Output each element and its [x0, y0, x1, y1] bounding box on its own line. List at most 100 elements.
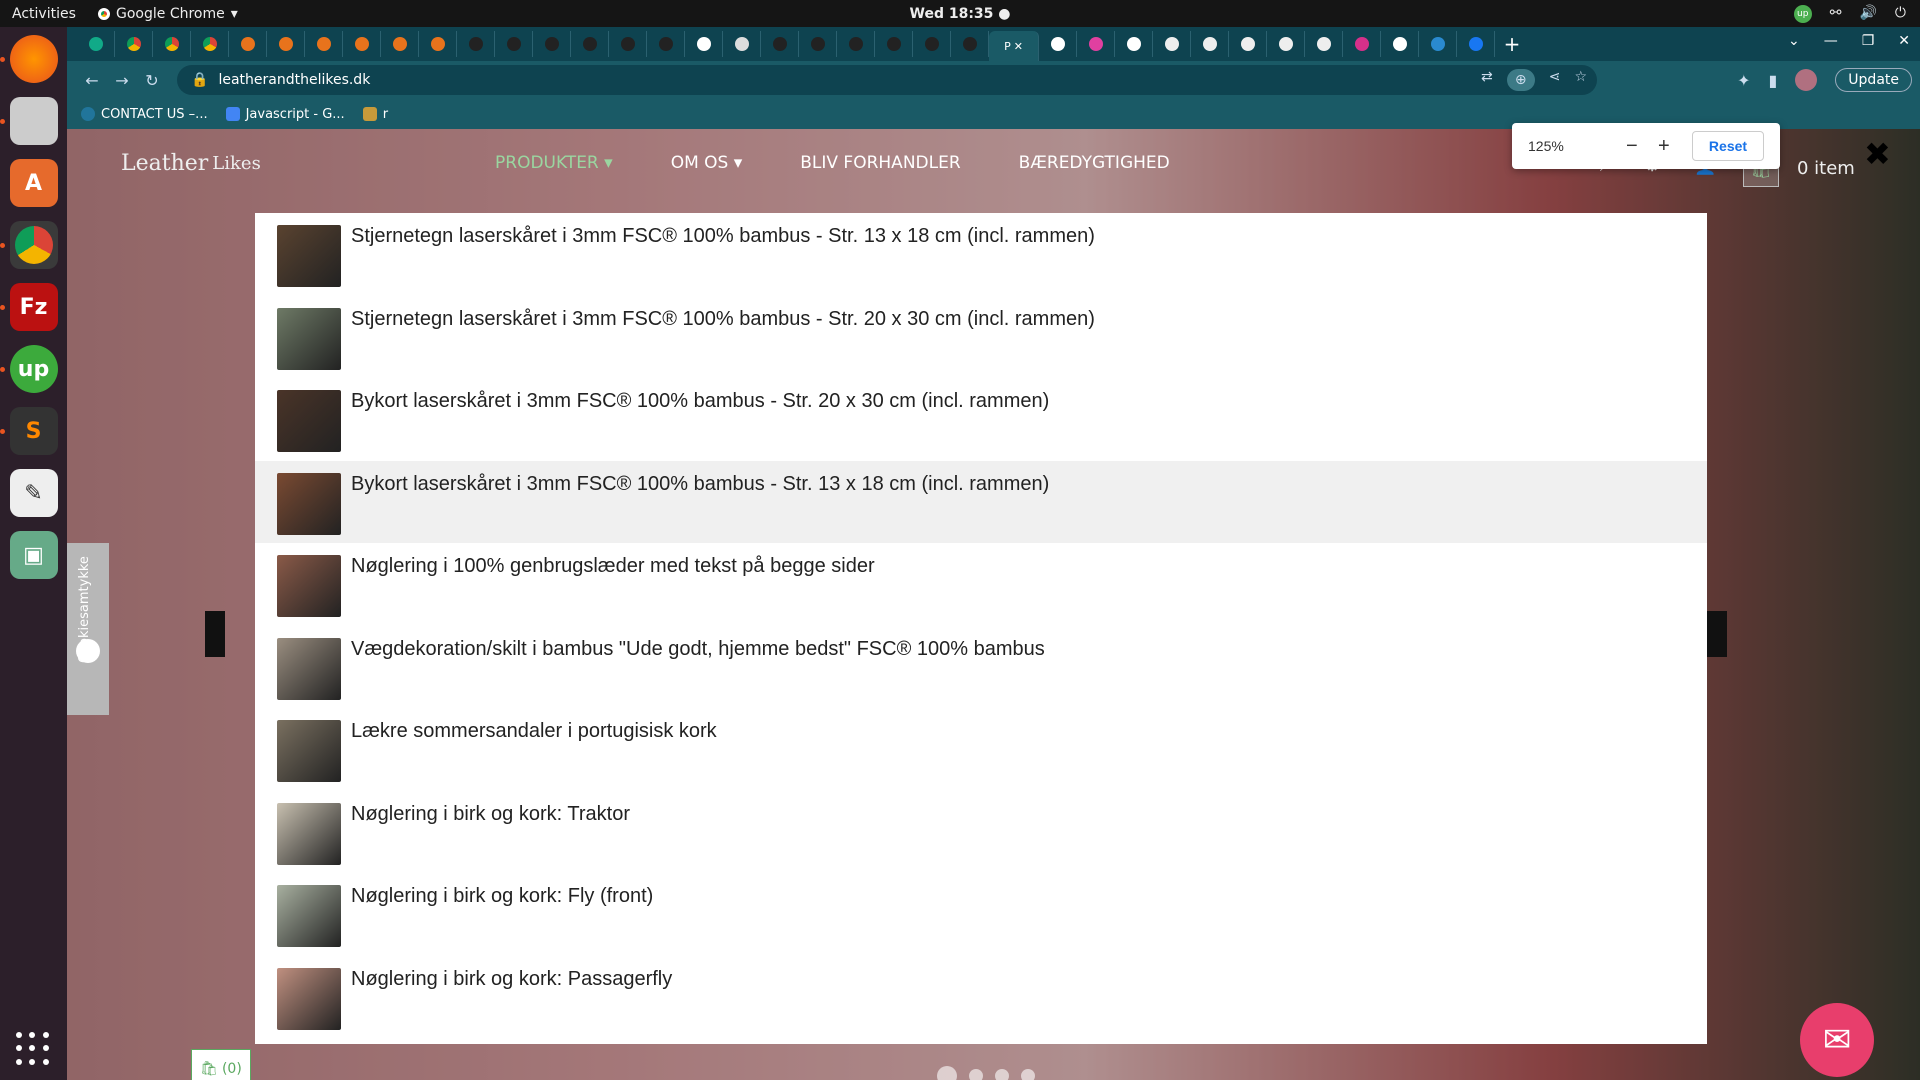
tab[interactable] [761, 31, 799, 57]
image-viewer-icon[interactable]: ▣ [9, 531, 58, 579]
app-menu[interactable]: Google Chrome ▾ [98, 6, 238, 22]
product-thumbnail[interactable] [277, 390, 341, 452]
search-result-item[interactable]: Bykort laserskåret i 3mm FSC® 100% bambu… [255, 460, 1707, 543]
tab[interactable] [533, 31, 571, 57]
tab[interactable] [77, 31, 115, 57]
lock-icon[interactable]: 🔒 [191, 72, 208, 88]
zoom-reset-button[interactable]: Reset [1692, 131, 1764, 161]
tab[interactable] [571, 31, 609, 57]
close-window-button[interactable]: ✕ [1898, 33, 1910, 49]
tab[interactable] [115, 31, 153, 57]
volume-icon[interactable]: 🔊 [1859, 5, 1876, 23]
tab[interactable] [685, 31, 723, 57]
zoom-indicator-icon[interactable]: ⊕ [1506, 69, 1535, 91]
network-icon[interactable]: ⚯ [1830, 5, 1842, 23]
tab[interactable] [419, 31, 457, 57]
zoom-out-button[interactable]: − [1626, 135, 1638, 158]
search-result-title[interactable]: Stjernetegn laserskåret i 3mm FSC® 100% … [351, 308, 1095, 331]
tab[interactable] [153, 31, 191, 57]
close-search-button[interactable]: ✖ [1864, 135, 1891, 173]
menu-item-bliv-forhandler[interactable]: BLIV FORHANDLER [800, 153, 960, 173]
address-bar[interactable]: 🔒 leatherandthelikes.dk ⇄ ⊕ ⋖ ☆ [177, 65, 1597, 95]
search-result-title[interactable]: Vægdekoration/skilt i bambus "Ude godt, … [351, 638, 1045, 661]
menu-item-baeredygtighed[interactable]: BÆREDYGTIGHED [1019, 153, 1170, 173]
software-center-icon[interactable]: A [9, 159, 58, 207]
mini-cart-button[interactable]: 🛍 (0) [191, 1049, 251, 1080]
back-button[interactable]: ← [77, 71, 107, 90]
bookmark-item[interactable]: r [362, 107, 388, 122]
menu-item-produkter[interactable]: PRODUKTER ▾ [495, 153, 613, 173]
sublime-text-icon[interactable]: S [0, 407, 58, 455]
tab[interactable] [723, 31, 761, 57]
search-result-item[interactable]: Nøglering i birk og kork: Traktor [255, 791, 1707, 873]
forward-button[interactable]: → [107, 71, 137, 90]
filezilla-icon[interactable]: Fz [0, 283, 58, 331]
tab[interactable] [191, 31, 229, 57]
reload-button[interactable]: ↻ [137, 71, 167, 90]
system-tray[interactable]: up ⚯ 🔊 ⏻ [1793, 4, 1906, 23]
show-applications-icon[interactable] [16, 1032, 50, 1066]
tab[interactable] [1381, 31, 1419, 57]
close-icon[interactable]: ✕ [1014, 40, 1023, 53]
tab[interactable] [1267, 31, 1305, 57]
chrome-dock-icon[interactable] [0, 221, 58, 269]
search-result-item[interactable]: Bykort laserskåret i 3mm FSC® 100% bambu… [255, 378, 1707, 460]
site-logo[interactable]: Leather Likes [121, 151, 261, 176]
search-result-title[interactable]: Bykort laserskåret i 3mm FSC® 100% bambu… [351, 473, 1049, 496]
product-thumbnail[interactable] [277, 885, 341, 947]
search-result-item[interactable]: Vægdekoration/skilt i bambus "Ude godt, … [255, 626, 1707, 708]
search-result-title[interactable]: Nøglering i birk og kork: Traktor [351, 803, 630, 826]
slider-dot[interactable] [937, 1066, 957, 1080]
tab-search-icon[interactable]: ⌄ [1788, 33, 1800, 49]
clock[interactable]: Wed 18:35 ● [910, 6, 1011, 22]
extensions-icon[interactable]: ✦ [1737, 71, 1750, 90]
tab[interactable] [1115, 31, 1153, 57]
search-result-item[interactable]: Stjernetegn laserskåret i 3mm FSC® 100% … [255, 296, 1707, 378]
profile-avatar[interactable] [1795, 69, 1818, 91]
activities-button[interactable]: Activities [12, 6, 98, 22]
menu-item-om-os[interactable]: OM OS ▾ [671, 153, 743, 173]
tab[interactable] [1229, 31, 1267, 57]
tab[interactable] [875, 31, 913, 57]
bookmark-item[interactable]: Javascript - G... [225, 107, 345, 122]
tab[interactable] [267, 31, 305, 57]
tab[interactable] [1153, 31, 1191, 57]
search-result-item[interactable]: Nøglering i birk og kork: Passagerfly [255, 956, 1707, 1038]
tab[interactable] [799, 31, 837, 57]
product-thumbnail[interactable] [277, 225, 341, 287]
search-result-title[interactable]: Stjernetegn laserskåret i 3mm FSC® 100% … [351, 225, 1095, 248]
share-icon[interactable]: ⋖ [1549, 69, 1561, 91]
slider-prev-arrow[interactable] [205, 611, 225, 657]
tab[interactable] [343, 31, 381, 57]
product-thumbnail[interactable] [277, 307, 341, 370]
tab[interactable] [1457, 31, 1495, 57]
zoom-in-button[interactable]: + [1658, 135, 1670, 158]
search-result-item[interactable]: Lækre sommersandaler i portugisisk kork [255, 708, 1707, 790]
product-thumbnail[interactable] [277, 967, 341, 1030]
search-result-title[interactable]: Lækre sommersandaler i portugisisk kork [351, 720, 717, 743]
tab[interactable] [1077, 31, 1115, 57]
tab[interactable] [229, 31, 267, 57]
slider-next-arrow[interactable] [1707, 611, 1727, 657]
text-editor-icon[interactable]: ✎ [9, 469, 58, 517]
files-icon[interactable] [0, 97, 58, 145]
search-result-item[interactable]: Nøglering i birk og kork: Fly (front) [255, 873, 1707, 955]
restore-button[interactable]: ❐ [1862, 33, 1875, 49]
firefox-icon[interactable] [0, 35, 58, 83]
tab[interactable] [1419, 31, 1457, 57]
tab[interactable] [381, 31, 419, 57]
tab[interactable] [647, 31, 685, 57]
search-result-title[interactable]: Bykort laserskåret i 3mm FSC® 100% bambu… [351, 390, 1049, 413]
product-thumbnail[interactable] [277, 637, 341, 700]
tab[interactable] [1305, 31, 1343, 57]
tab[interactable] [305, 31, 343, 57]
tab[interactable] [1039, 31, 1077, 57]
search-result-title[interactable]: Nøglering i birk og kork: Passagerfly [351, 968, 672, 991]
tab-active[interactable]: P ✕ [989, 31, 1039, 61]
tab[interactable] [457, 31, 495, 57]
tab[interactable] [1343, 31, 1381, 57]
product-thumbnail[interactable] [277, 802, 341, 865]
slider-dot[interactable] [1021, 1069, 1035, 1080]
messenger-chat-button[interactable]: ✉ [1800, 1003, 1874, 1077]
new-tab-button[interactable]: + [1495, 32, 1529, 56]
